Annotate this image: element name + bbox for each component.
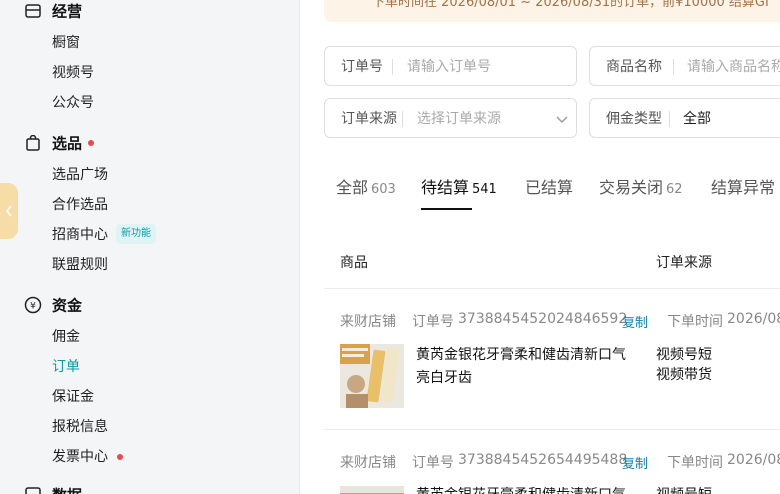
order-source-filter[interactable]: 订单来源 选择订单来源 (324, 98, 577, 138)
column-header-product: 商品 (340, 255, 368, 271)
product-name-filter[interactable]: 商品名称 请输入商品名称 (589, 46, 780, 86)
banner-text: 下单时间在 2026/08/01 ~ 2026/08/31的订单，前¥10000… (372, 0, 769, 10)
sidebar-item-commission[interactable]: 佣金 (52, 325, 80, 349)
tab-label: 结算异常 (711, 178, 776, 197)
order-number: 3738845452024846592 (458, 311, 628, 327)
tab-label: 待结算 (421, 178, 470, 197)
product-name-input[interactable]: 请输入商品名称 (687, 56, 780, 76)
order-time-label: 下单时间 (667, 455, 723, 471)
bag-icon (24, 134, 42, 152)
sidebar-item-deposit[interactable]: 保证金 (52, 385, 94, 409)
sidebar-item-cooperation[interactable]: 合作选品 (52, 193, 108, 217)
sidebar-item-merchant-center[interactable]: 招商中心 (52, 223, 108, 247)
chevron-down-icon (556, 109, 568, 128)
tab-pending-settlement[interactable]: 待结算 541 (421, 176, 497, 200)
sidebar-collapse-toggle[interactable] (0, 183, 18, 239)
store-icon (24, 2, 42, 20)
product-name[interactable]: 黄芮金银花牙膏柔和健齿清新口气 (416, 484, 636, 494)
order-time: 2026/08 (727, 311, 780, 327)
divider (673, 59, 674, 75)
promo-banner: 下单时间在 2026/08/01 ~ 2026/08/31的订单，前¥10000… (324, 0, 780, 22)
tab-settled[interactable]: 已结算 (525, 176, 573, 200)
sidebar-section-data[interactable]: 数据 (0, 480, 299, 494)
divider (402, 111, 403, 127)
order-number: 3738845452654495488 (458, 452, 628, 468)
data-icon (24, 486, 42, 494)
order-source-select[interactable]: 选择订单来源 (417, 108, 501, 128)
sidebar-item-official-account[interactable]: 公众号 (52, 91, 94, 115)
sidebar-item-invoice-center[interactable]: 发票中心 (52, 445, 108, 469)
sidebar-section-label: 经营 (52, 2, 83, 21)
tab-count: 603 (371, 182, 396, 197)
divider (669, 111, 670, 127)
shop-name: 来财店铺 (340, 455, 396, 471)
sidebar-item-showcase[interactable]: 橱窗 (52, 31, 80, 55)
order-time: 2026/08 (727, 452, 780, 468)
tab-label: 全部 (336, 178, 369, 197)
product-name[interactable]: 黄芮金银花牙膏柔和健齿清新口气亮白牙齿 (416, 344, 636, 390)
tab-settlement-error[interactable]: 结算异常 (711, 176, 775, 200)
order-no-input[interactable]: 请输入订单号 (407, 56, 491, 76)
sidebar-section-label: 选品 (52, 134, 83, 153)
copy-button[interactable]: 复制 (622, 312, 648, 331)
sidebar-section-selection[interactable]: 选品 (0, 128, 299, 158)
commission-type-filter[interactable]: 佣金类型 全部 (589, 98, 780, 138)
sidebar-section-business[interactable]: 经营 (0, 0, 299, 26)
order-source-line: 视频带货 (656, 367, 712, 383)
notification-dot (88, 140, 94, 146)
divider (324, 288, 780, 289)
divider (392, 59, 393, 75)
notification-dot (117, 454, 123, 460)
sidebar-item-tax-info[interactable]: 报税信息 (52, 415, 108, 439)
tab-all[interactable]: 全部 603 (336, 176, 396, 200)
new-feature-badge: 新功能 (116, 224, 156, 244)
sidebar-item-selection-plaza[interactable]: 选品广场 (52, 163, 108, 187)
tab-label: 已结算 (525, 178, 574, 197)
sidebar: 经营 橱窗 视频号 公众号 选品 选品广场 合作选品 招商中心 新功能 联盟规则… (0, 0, 300, 494)
sidebar-section-label: 资金 (52, 296, 83, 315)
chevron-left-icon (5, 205, 12, 217)
active-tab-indicator (421, 208, 472, 210)
product-thumbnail[interactable] (340, 344, 404, 408)
tab-count: 62 (666, 182, 683, 197)
sidebar-section-funds[interactable]: ¥ 资金 (0, 290, 299, 320)
column-header-source: 订单来源 (656, 255, 712, 271)
filter-label: 商品名称 (606, 59, 662, 75)
svg-text:¥: ¥ (30, 302, 36, 312)
order-no-label: 订单号 (412, 455, 454, 471)
filter-label: 订单来源 (341, 111, 397, 127)
shop-name: 来财店铺 (340, 314, 396, 330)
order-no-filter[interactable]: 订单号 请输入订单号 (324, 46, 577, 86)
sidebar-item-channels[interactable]: 视频号 (52, 61, 94, 85)
order-source-line: 视频号短 (656, 347, 712, 363)
sidebar-section-label: 数据 (52, 485, 82, 494)
tab-count: 541 (472, 182, 497, 197)
tab-label: 交易关闭 (599, 178, 664, 197)
sidebar-item-alliance-rules[interactable]: 联盟规则 (52, 253, 108, 277)
filter-label: 佣金类型 (606, 111, 662, 127)
order-source-line: 视频号短 (656, 485, 712, 494)
tab-closed[interactable]: 交易关闭 62 (599, 176, 683, 200)
sidebar-item-orders[interactable]: 订单 (52, 355, 80, 379)
product-thumbnail[interactable] (340, 486, 404, 494)
yen-icon: ¥ (24, 296, 42, 314)
divider (324, 429, 780, 430)
filter-label: 订单号 (341, 59, 383, 75)
order-no-label: 订单号 (412, 314, 454, 330)
order-time-label: 下单时间 (667, 314, 723, 330)
copy-button[interactable]: 复制 (622, 453, 648, 472)
commission-type-select[interactable]: 全部 (683, 108, 711, 128)
